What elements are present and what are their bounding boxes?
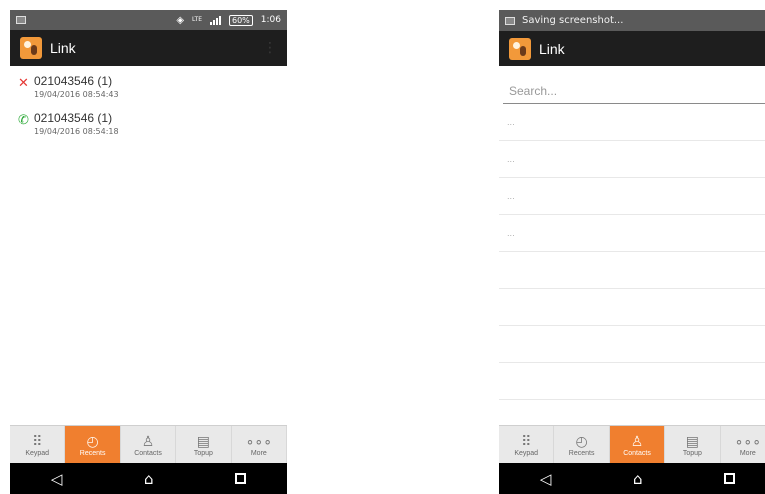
contacts-list: ............	[499, 104, 765, 400]
call-timestamp: 19/04/2016 08:54:43	[34, 90, 119, 99]
coins-icon: ▤	[685, 433, 700, 449]
missed-call-icon: ✕	[18, 76, 29, 91]
app-title: Link	[50, 40, 76, 56]
screenshot-notification-icon	[16, 16, 26, 24]
contact-row[interactable]: ...	[499, 215, 765, 252]
dots-icon: ∘∘∘	[245, 433, 272, 449]
nav-label: More	[739, 450, 756, 457]
call-number: 021043546 (1)	[34, 111, 113, 125]
person-icon: ♙	[141, 433, 155, 449]
clock-icon: ◴	[86, 433, 99, 449]
nav-topup[interactable]: ▤ Topup	[176, 426, 232, 463]
overflow-menu-icon[interactable]: ⋮	[263, 40, 277, 56]
contact-row	[499, 326, 765, 363]
nav-recents[interactable]: ◴ Recents	[65, 426, 121, 463]
system-navigation-bar: ◁ ⌂	[10, 463, 287, 494]
back-icon[interactable]: ◁	[51, 470, 63, 488]
phone-screen-recents: ◈ LTE 60% 1:06 Link ⋮ ✕ 021043546 (1) 19/0…	[10, 10, 287, 494]
nav-label: Recents	[79, 450, 106, 457]
person-icon: ♙	[630, 433, 644, 449]
recent-call-item[interactable]: ✆ 021043546 (1) 19/04/2016 08:54:18	[18, 107, 279, 144]
recent-apps-icon[interactable]	[724, 473, 736, 484]
vibrate-icon: ◈	[176, 14, 185, 26]
recents-list: ✕ 021043546 (1) 19/04/2016 08:54:43 ✆ 021043…	[10, 66, 287, 148]
app-bar: Link	[499, 31, 765, 66]
phone-screen-contacts: Saving screenshot... Link ............ ⠿…	[499, 10, 765, 494]
status-clock: 1:06	[260, 15, 281, 25]
nav-label: Keypad	[514, 450, 539, 457]
coins-icon: ▤	[196, 433, 211, 449]
clock-icon: ◴	[575, 433, 588, 449]
contact-placeholder: ...	[507, 117, 515, 127]
lte-indicator: LTE	[192, 16, 202, 23]
contact-row[interactable]: ...	[499, 141, 765, 178]
battery-indicator: 60%	[229, 14, 253, 26]
app-title: Link	[539, 40, 565, 57]
nav-label: Contacts	[134, 450, 162, 457]
nav-label: Topup	[682, 450, 702, 457]
contact-row	[499, 363, 765, 400]
call-number: 021043546 (1)	[34, 74, 113, 88]
call-timestamp: 19/04/2016 08:54:18	[34, 127, 119, 136]
screenshot-notification-icon	[505, 16, 515, 25]
recent-call-item[interactable]: ✕ 021043546 (1) 19/04/2016 08:54:43	[18, 70, 279, 107]
search-bar	[503, 80, 765, 104]
nav-contacts[interactable]: ♙ Contacts	[121, 426, 177, 463]
nav-label: Recents	[568, 450, 595, 457]
nav-label: More	[250, 450, 267, 457]
nav-label: Contacts	[623, 450, 651, 457]
contact-row[interactable]: ...	[499, 104, 765, 141]
incoming-call-icon: ✆	[18, 113, 29, 128]
back-icon[interactable]: ◁	[540, 470, 552, 488]
contact-placeholder: ...	[507, 228, 515, 238]
status-bar: ◈ LTE 60% 1:06	[10, 10, 287, 30]
app-bar: Link ⋮	[10, 30, 287, 66]
status-notification-text: Saving screenshot...	[522, 15, 624, 26]
link-logo-icon	[20, 37, 42, 59]
nav-keypad[interactable]: ⠿ Keypad	[499, 426, 555, 463]
home-icon[interactable]: ⌂	[633, 470, 643, 488]
bottom-navigation: ⠿ Keypad ◴ Recents ♙ Contacts ▤ Topup ∘∘∘ More	[499, 425, 765, 463]
contact-row	[499, 252, 765, 289]
signal-icon	[210, 15, 221, 25]
home-icon[interactable]: ⌂	[144, 470, 154, 488]
nav-recents[interactable]: ◴ Recents	[554, 426, 610, 463]
status-bar: Saving screenshot...	[499, 10, 765, 31]
contact-row	[499, 289, 765, 326]
link-logo-icon	[509, 37, 531, 60]
nav-label: Keypad	[25, 450, 50, 457]
keypad-icon: ⠿	[521, 433, 532, 449]
nav-more[interactable]: ∘∘∘ More	[232, 426, 287, 463]
contact-row[interactable]: ...	[499, 178, 765, 215]
contact-placeholder: ...	[507, 154, 515, 164]
bottom-navigation: ⠿ Keypad ◴ Recents ♙ Contacts ▤ Topup ∘∘∘ More	[10, 425, 287, 463]
recent-apps-icon[interactable]	[235, 473, 247, 484]
nav-topup[interactable]: ▤ Topup	[665, 426, 721, 463]
search-input[interactable]	[503, 80, 765, 102]
keypad-icon: ⠿	[32, 433, 43, 449]
dots-icon: ∘∘∘	[734, 433, 761, 449]
system-navigation-bar: ◁ ⌂	[499, 463, 765, 494]
contact-placeholder: ...	[507, 191, 515, 201]
nav-contacts[interactable]: ♙ Contacts	[609, 426, 666, 463]
nav-label: Topup	[193, 450, 213, 457]
nav-keypad[interactable]: ⠿ Keypad	[10, 426, 66, 463]
nav-more[interactable]: ∘∘∘ More	[721, 426, 765, 463]
